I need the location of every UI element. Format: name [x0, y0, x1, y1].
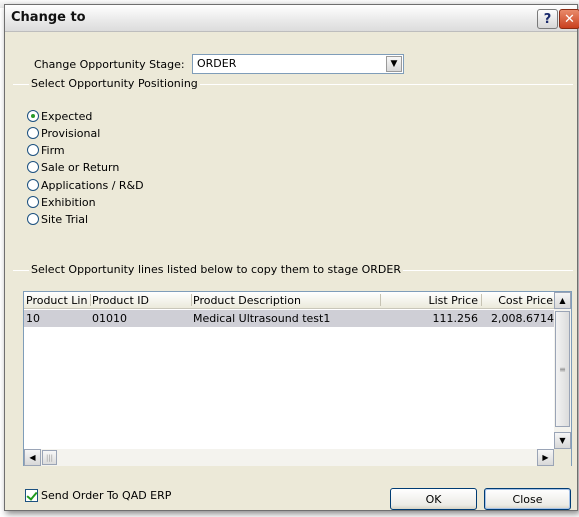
radio-button[interactable]: [27, 213, 39, 225]
opportunity-lines-grid[interactable]: Product Line Product ID Product Descript…: [23, 291, 572, 466]
radio-button[interactable]: [27, 144, 39, 156]
cell-product-line: 10: [26, 312, 40, 325]
cell-product-description: Medical Ultrasound test1: [193, 312, 331, 325]
radio-label: Exhibition: [41, 195, 96, 209]
column-divider[interactable]: [481, 294, 482, 306]
cell-cost-price: 2,008.6714: [491, 312, 554, 325]
horizontal-scroll-thumb[interactable]: |||: [42, 450, 57, 465]
chevron-down-icon[interactable]: ▼: [386, 56, 402, 72]
ok-button[interactable]: OK: [390, 488, 477, 510]
column-divider[interactable]: [191, 294, 192, 306]
stage-label: Change Opportunity Stage:: [34, 58, 185, 71]
help-icon: ?: [543, 11, 552, 27]
lines-group-label: Select Opportunity lines listed below to…: [29, 263, 403, 276]
column-divider[interactable]: [380, 294, 381, 306]
column-header-product-line[interactable]: Product Line: [26, 294, 88, 307]
change-to-dialog: Change to ? ✕ Change Opportunity Stage: …: [4, 4, 579, 511]
radio-button[interactable]: [27, 127, 39, 139]
chevron-up-icon: ▲: [559, 296, 566, 305]
radio-label: Expected: [41, 109, 93, 123]
title-close-button[interactable]: ✕: [559, 9, 579, 29]
radio-label: Applications / R&D: [41, 178, 144, 192]
send-order-checkbox-row[interactable]: Send Order To QAD ERP: [25, 489, 171, 502]
column-header-product-id[interactable]: Product ID: [92, 294, 190, 307]
radio-button-selected[interactable]: [27, 110, 39, 122]
chevron-down-icon: ▼: [559, 436, 566, 445]
ok-button-label: OK: [425, 492, 442, 506]
radio-site-trial[interactable]: Site Trial: [27, 211, 88, 227]
scroll-up-button[interactable]: ▲: [554, 292, 571, 309]
chevron-left-icon: ◀: [29, 453, 36, 462]
radio-firm[interactable]: Firm: [27, 142, 65, 158]
close-icon: ✕: [564, 11, 575, 27]
vertical-scrollbar[interactable]: ▲ ≡ ▼: [554, 292, 571, 449]
dialog-title: Change to: [11, 10, 86, 25]
grid-header: Product Line Product ID Product Descript…: [24, 292, 554, 309]
radio-sale-or-return[interactable]: Sale or Return: [27, 159, 119, 175]
radio-provisional[interactable]: Provisional: [27, 125, 100, 141]
radio-applications-rd[interactable]: Applications / R&D: [27, 177, 144, 193]
cell-product-id: 01010: [92, 312, 127, 325]
radio-exhibition[interactable]: Exhibition: [27, 194, 96, 210]
radio-button[interactable]: [27, 179, 39, 191]
radio-label: Sale or Return: [41, 160, 120, 174]
scrollbar-corner: [554, 449, 571, 466]
scroll-down-button[interactable]: ▼: [554, 432, 571, 449]
column-header-product-description[interactable]: Product Description: [193, 294, 378, 307]
send-order-label: Send Order To QAD ERP: [41, 489, 172, 502]
title-bar[interactable]: Change to ? ✕: [5, 5, 579, 32]
scroll-right-button[interactable]: ▶: [537, 449, 554, 466]
scroll-left-button[interactable]: ◀: [24, 449, 41, 466]
radio-button[interactable]: [27, 161, 39, 173]
help-button[interactable]: ?: [537, 9, 558, 29]
horizontal-scrollbar[interactable]: ◀ ||| ▶: [24, 449, 554, 466]
vertical-scroll-thumb[interactable]: ≡: [555, 311, 570, 427]
radio-expected[interactable]: Expected: [27, 108, 92, 124]
radio-label: Site Trial: [41, 212, 89, 226]
column-divider[interactable]: [90, 294, 91, 306]
column-header-cost-price[interactable]: Cost Price: [483, 294, 553, 307]
radio-label: Provisional: [41, 126, 101, 140]
grip-icon: ≡: [559, 364, 566, 374]
stage-select[interactable]: ORDER ▼: [192, 54, 404, 74]
radio-label: Firm: [41, 143, 65, 157]
positioning-group-label: Select Opportunity Positioning: [29, 77, 200, 90]
column-header-list-price[interactable]: List Price: [382, 294, 478, 307]
chevron-right-icon: ▶: [542, 453, 549, 462]
table-row[interactable]: 10 01010 Medical Ultrasound test1 111.25…: [24, 310, 554, 327]
close-button[interactable]: Close: [484, 488, 571, 510]
close-button-label: Close: [512, 492, 543, 506]
cell-list-price: 111.256: [432, 312, 479, 325]
radio-button[interactable]: [27, 196, 39, 208]
grip-icon: |||: [45, 453, 54, 462]
send-order-checkbox[interactable]: [25, 489, 38, 502]
stage-select-value: ORDER: [197, 57, 237, 70]
